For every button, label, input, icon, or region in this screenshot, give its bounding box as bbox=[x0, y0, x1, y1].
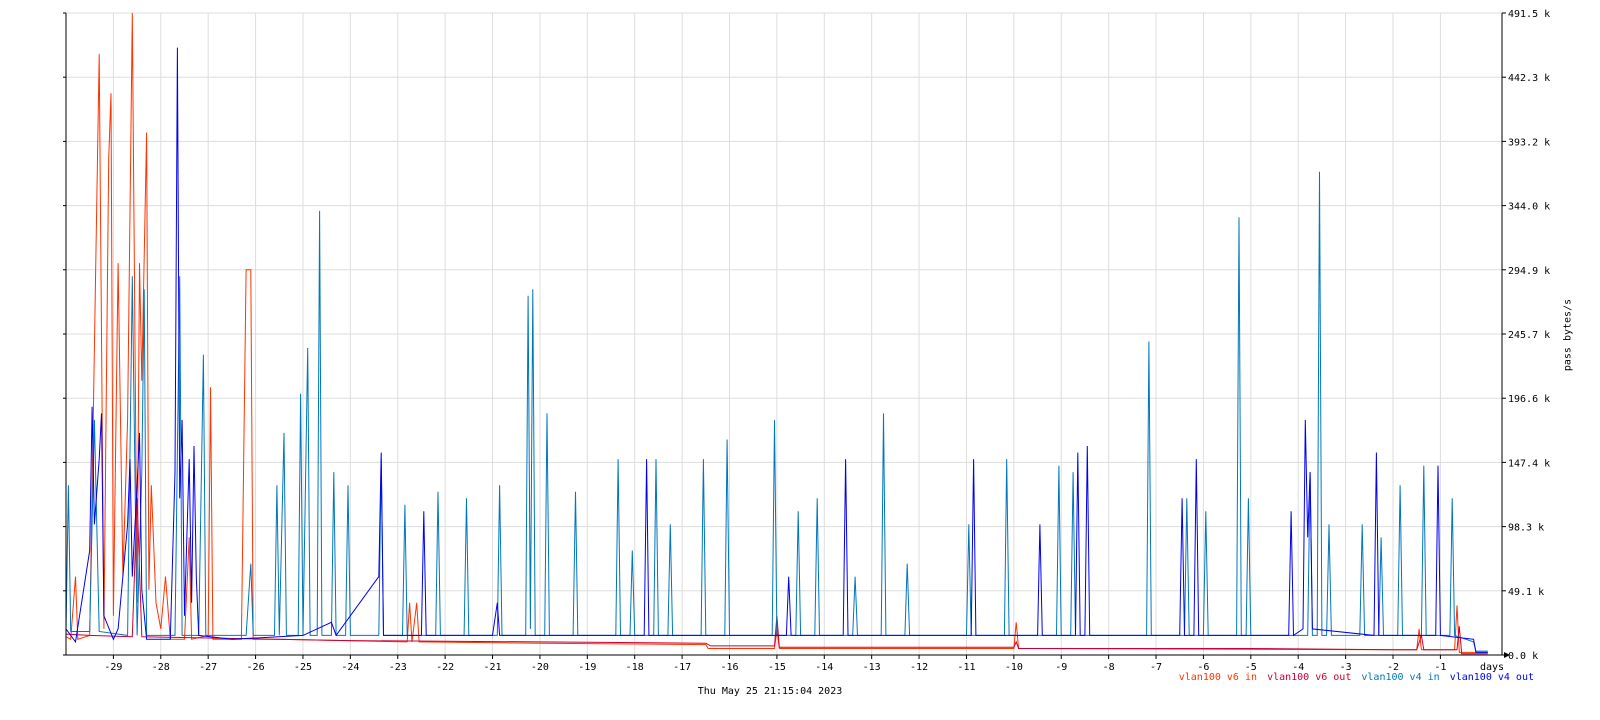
x-tick-label: -15 bbox=[768, 662, 786, 673]
y-tick-label: 245.7 k bbox=[1508, 330, 1550, 341]
y-tick-label: 49.1 k bbox=[1508, 587, 1544, 598]
legend: vlan100 v6 in vlan100 v6 out vlan100 v4 … bbox=[1175, 672, 1534, 683]
legend-item-v6-in: vlan100 v6 in bbox=[1178, 672, 1258, 683]
x-tick-label: -20 bbox=[531, 662, 549, 673]
x-tick-label: -9 bbox=[1055, 662, 1067, 673]
y-tick-label: 442.3 k bbox=[1508, 73, 1550, 84]
x-tick-label: -12 bbox=[910, 662, 928, 673]
chart-timestamp: Thu May 25 21:15:04 2023 bbox=[697, 686, 843, 697]
x-tick-label: -24 bbox=[341, 662, 359, 673]
y-tick-label: 196.6 k bbox=[1508, 394, 1550, 405]
y-tick-label: 0.0 k bbox=[1508, 651, 1538, 662]
legend-item-v4-in: vlan100 v4 in bbox=[1361, 672, 1440, 683]
x-tick-label: -28 bbox=[152, 662, 170, 673]
x-tick-label: -23 bbox=[389, 662, 407, 673]
legend-item-v4-out: vlan100 v4 out bbox=[1449, 672, 1534, 683]
traffic-chart: 0.0 k 49.1 k 98.3 k 147.4 k 196.6 k 245.7 k 29… bbox=[63, 9, 1550, 673]
y-tick-label: 147.4 k bbox=[1508, 458, 1550, 469]
y-tick-label: 491.5 k bbox=[1508, 9, 1550, 20]
x-tick-label: -11 bbox=[957, 662, 975, 673]
x-tick-label: -19 bbox=[578, 662, 596, 673]
y-tick-label: 344.0 k bbox=[1508, 202, 1550, 213]
x-tick-label: -22 bbox=[436, 662, 454, 673]
y-tick-label: 393.2 k bbox=[1508, 137, 1550, 148]
x-tick-label: -29 bbox=[104, 662, 122, 673]
x-tick-label: -21 bbox=[484, 662, 502, 673]
y-tick-label: 294.9 k bbox=[1508, 266, 1550, 277]
x-tick-label: -25 bbox=[294, 662, 312, 673]
y-axis-label: pass bytes/s bbox=[1562, 298, 1574, 372]
x-tick-label: -7 bbox=[1150, 662, 1162, 673]
x-tick-label: -16 bbox=[720, 662, 738, 673]
x-tick-label: -27 bbox=[199, 662, 217, 673]
y-tick-label: 98.3 k bbox=[1508, 523, 1544, 534]
x-tick-label: -8 bbox=[1103, 662, 1115, 673]
x-tick-label: -14 bbox=[815, 662, 833, 673]
legend-item-v6-out: vlan100 v6 out bbox=[1267, 672, 1352, 683]
x-tick-label: -18 bbox=[626, 662, 644, 673]
x-tick-label: -10 bbox=[1005, 662, 1023, 673]
x-tick-label: -17 bbox=[673, 662, 691, 673]
x-tick-label: -26 bbox=[247, 662, 265, 673]
x-tick-label: -13 bbox=[863, 662, 881, 673]
